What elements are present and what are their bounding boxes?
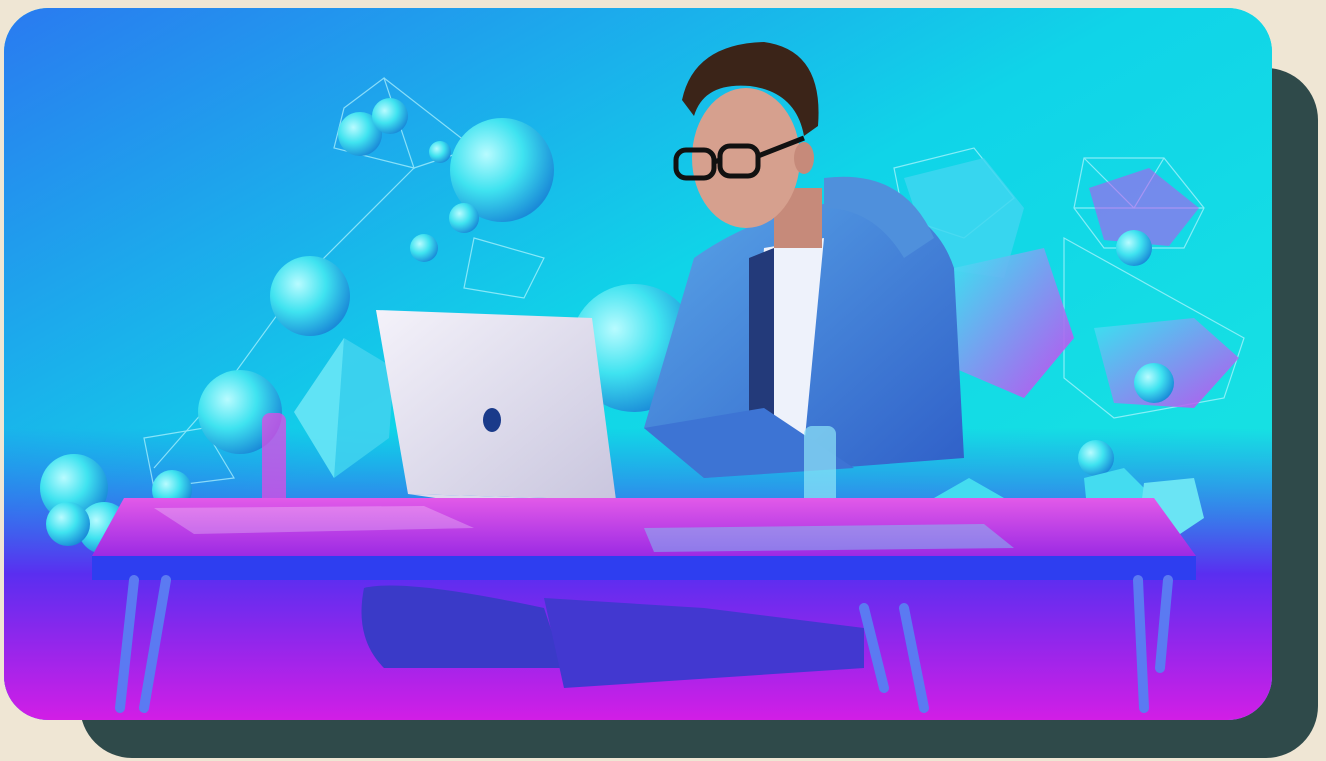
hero-illustration bbox=[4, 8, 1272, 720]
hero-image-card bbox=[4, 8, 1272, 720]
apple-logo-icon bbox=[483, 408, 501, 432]
